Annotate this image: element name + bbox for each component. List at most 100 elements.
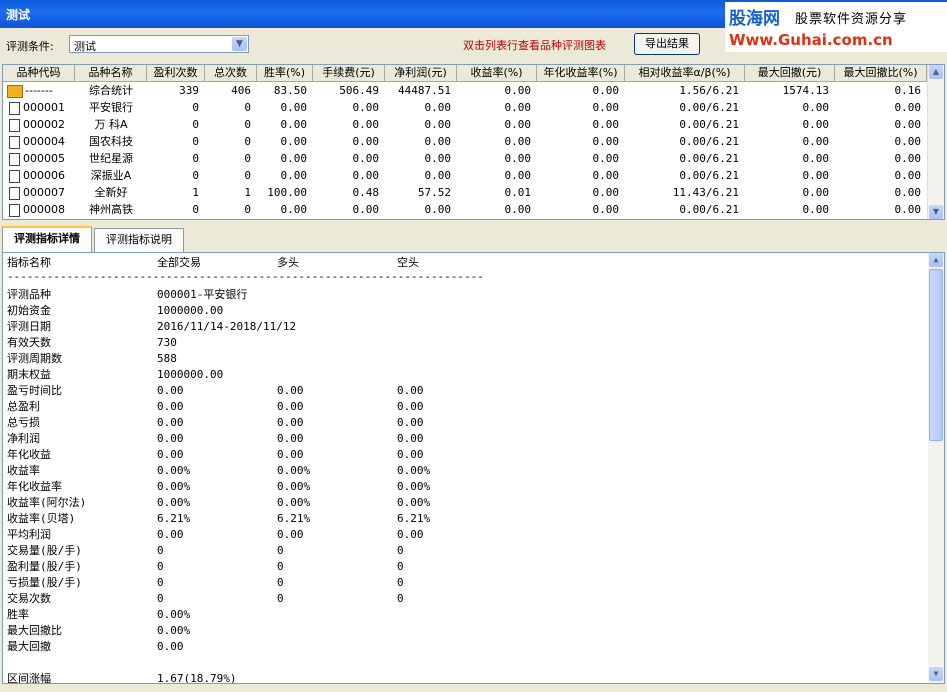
tab-indicator-explanation[interactable]: 评测指标说明 — [94, 228, 184, 252]
table-row[interactable]: 000004 国农科技 0 0 0.00 0.00 0.00 0.00 0.00 0.00/6.2… — [3, 133, 928, 150]
table-row[interactable]: 000005 世纪星源 0 0 0.00 0.00 0.00 0.00 0.00 0.00/6.2… — [3, 150, 928, 167]
tab-indicator-detail[interactable]: 评测指标详情 — [2, 226, 92, 252]
table-cell: 100.00 — [267, 186, 307, 199]
metric-value: 0.00% — [277, 496, 311, 509]
table-row[interactable]: 000008 神州高铁 0 0 0.00 0.00 0.00 0.00 0.00 0.00/6.2… — [3, 201, 928, 218]
column-header[interactable]: 收益率(%) — [457, 65, 537, 81]
table-cell: 0.00 — [802, 135, 830, 148]
metric-value: 0.00 — [157, 640, 184, 653]
table-cell: 0.00 — [894, 135, 922, 148]
table-cell: 0.00 — [504, 135, 532, 148]
cell-text: 000004 — [23, 135, 65, 148]
metric-value: 1000000.00 — [157, 304, 224, 317]
table-cell: 000007 — [3, 184, 75, 201]
metric-value: 0.00 — [397, 400, 424, 413]
condition-select[interactable]: 测试 ▼ — [69, 35, 249, 53]
table-row[interactable]: 000006 深振业A 0 0 0.00 0.00 0.00 0.00 0.00 0.00/6.2… — [3, 167, 928, 184]
table-cell: 0.00 — [424, 169, 452, 182]
table-cell: 0.00 — [592, 186, 620, 199]
table-cell: 0 — [244, 101, 251, 114]
metric-value: 0.00% — [157, 624, 191, 637]
table-row[interactable]: 000002 万 科A 0 0 0.00 0.00 0.00 0.00 0.00 0.00/6.2… — [3, 116, 928, 133]
cell-text: 000006 — [23, 169, 65, 182]
scroll-down-icon[interactable]: ▼ — [929, 667, 943, 681]
table-cell: 000002 — [3, 116, 75, 133]
metric-value: 0.00 — [157, 416, 184, 429]
table-cell: 0.00 — [592, 84, 620, 97]
export-button[interactable]: 导出结果 — [634, 33, 700, 55]
column-header[interactable]: 品种代码 — [3, 65, 75, 81]
table-cell: 0 — [244, 152, 251, 165]
table-cell: 406 — [231, 84, 251, 97]
metric-value: 0.00 — [157, 448, 184, 461]
metric-value: 0.00 — [157, 528, 184, 541]
column-header[interactable]: 相对收益率α/β(%) — [625, 65, 745, 81]
detail-scrollbar[interactable]: ▲ ▼ — [928, 253, 944, 683]
metric-value: 0.00 — [397, 384, 424, 397]
metric-value: 0.00 — [397, 416, 424, 429]
table-cell: 0.00 — [352, 203, 380, 216]
metric-value: 0.00% — [157, 608, 191, 621]
metric-value: 0.00% — [157, 480, 191, 493]
table-cell: 000006 — [3, 167, 75, 184]
metric-name: 最大回撤 — [7, 640, 51, 653]
table-cell: 0.48 — [352, 186, 380, 199]
scroll-down-icon[interactable]: ▼ — [929, 205, 943, 219]
metric-value: 0.00% — [397, 496, 431, 509]
table-cell: 0 — [244, 118, 251, 131]
metric-value: 000001-平安银行 — [157, 288, 248, 301]
table-scrollbar[interactable]: ▲ ▼ — [927, 65, 944, 219]
scroll-up-icon[interactable]: ▲ — [929, 253, 943, 267]
table-cell: 0.00 — [894, 169, 922, 182]
metric-value: 0.00 — [157, 432, 184, 445]
metric-value: 0 — [277, 576, 284, 589]
table-row[interactable]: 000001 平安银行 0 0 0.00 0.00 0.00 0.00 0.00 0.00/6.2… — [3, 99, 928, 116]
metric-value: 6.21% — [157, 512, 191, 525]
table-cell: 世纪星源 — [89, 152, 133, 165]
detail-tabs: 评测指标详情 评测指标说明 — [0, 226, 947, 252]
metric-name: 总亏损 — [7, 416, 40, 429]
document-icon — [9, 118, 20, 132]
logo-brand: 股海网 — [729, 9, 780, 29]
scroll-thumb[interactable] — [929, 269, 943, 441]
metric-value: 0 — [397, 592, 404, 605]
table-cell: 1574.13 — [782, 84, 829, 97]
metric-name: 评测日期 — [7, 320, 51, 333]
column-header[interactable]: 总次数 — [205, 65, 257, 81]
column-header[interactable]: 净利润(元) — [385, 65, 457, 81]
column-header[interactable]: 最大回撤(元) — [745, 65, 835, 81]
document-icon — [9, 186, 20, 200]
table-row[interactable]: ------- 综合统计 339 406 83.50 506.49 44487.51 0.00… — [3, 82, 928, 99]
table-cell: 000008 — [3, 201, 75, 218]
document-icon — [9, 203, 20, 217]
table-cell: 44487.51 — [398, 84, 451, 97]
cell-text: ------- — [25, 84, 53, 97]
table-cell: 深振业A — [90, 169, 132, 182]
table-cell: 83.50 — [273, 84, 307, 97]
scroll-up-icon[interactable]: ▲ — [929, 65, 943, 79]
cell-text: 000001 — [23, 101, 65, 114]
metric-name: 评测周期数 — [7, 352, 62, 365]
column-header[interactable]: 年化收益率(%) — [537, 65, 625, 81]
table-cell: 0.00 — [352, 135, 380, 148]
column-header[interactable]: 手续费(元) — [313, 65, 385, 81]
column-header[interactable]: 胜率(%) — [257, 65, 313, 81]
metric-name: 区间涨幅 — [7, 672, 51, 684]
table-cell: 0 — [244, 169, 251, 182]
metric-name: 交易量(股/手) — [7, 544, 82, 557]
table-cell: 国农科技 — [89, 135, 133, 148]
metric-value: 0 — [277, 560, 284, 573]
column-header[interactable]: 最大回撤比(%) — [835, 65, 927, 81]
metric-value: 0.00% — [157, 496, 191, 509]
metric-name: 胜率 — [7, 608, 29, 621]
table-cell: 0.00 — [894, 118, 922, 131]
table-cell: 0.00 — [352, 101, 380, 114]
metric-value: 0.00 — [277, 528, 304, 541]
chevron-down-icon[interactable]: ▼ — [232, 37, 247, 51]
table-row[interactable]: 000007 全新好 1 1 100.00 0.48 57.52 0.01 0.00 11.43/… — [3, 184, 928, 201]
table-cell: 万 科A — [94, 118, 128, 131]
column-header[interactable]: 盈利次数 — [147, 65, 205, 81]
table-cell: 0.00 — [424, 152, 452, 165]
column-header[interactable]: 品种名称 — [75, 65, 147, 81]
table-cell: 0.00 — [592, 152, 620, 165]
